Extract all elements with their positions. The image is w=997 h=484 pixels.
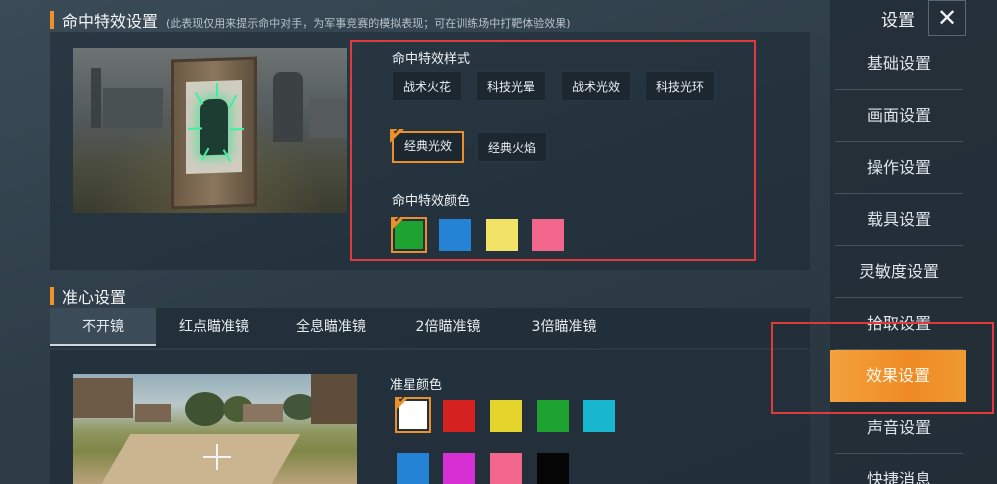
crosshair-color-swatch-blue[interactable]: [397, 453, 429, 484]
style-chip-classic-flame[interactable]: 经典火焰: [477, 132, 547, 162]
hit-effect-subtitle: (此表现仅用来提示命中对手，为军事竞赛的模拟表现；可在训练场中打靶体验效果): [166, 17, 571, 30]
sidebar-item-basic[interactable]: 基础设置: [835, 38, 963, 90]
hit-effect-header: 命中特效设置 (此表现仅用来提示命中对手，为军事竞赛的模拟表现；可在训练场中打靶…: [50, 8, 571, 32]
crosshair-icon-vertical: [216, 444, 218, 470]
crosshair-color-swatch-white[interactable]: ✔: [395, 395, 431, 433]
swatch-fill: [439, 219, 471, 251]
hit-color-swatch-yellow[interactable]: [486, 219, 518, 251]
swatch-fill: [443, 453, 475, 484]
sidebar-item-vehicle[interactable]: 载具设置: [835, 194, 963, 246]
hit-effect-preview: [73, 48, 347, 213]
crosshair-title: 准心设置: [62, 288, 127, 307]
tab-red-dot[interactable]: 红点瞄准镜: [156, 308, 272, 346]
target-board: [171, 56, 257, 210]
crosshair-tabs: 不开镜 红点瞄准镜 全息瞄准镜 2倍瞄准镜 3倍瞄准镜: [50, 308, 810, 348]
crosshair-color-swatch-yellow[interactable]: [490, 400, 522, 432]
hit-color-swatch-pink[interactable]: [532, 219, 564, 251]
swatch-fill: [537, 453, 569, 484]
swatch-fill: [537, 400, 569, 432]
tab-2x-scope[interactable]: 2倍瞄准镜: [390, 308, 506, 346]
sidebar-item-graphics[interactable]: 画面设置: [835, 90, 963, 142]
close-button[interactable]: ✕: [928, 0, 966, 36]
style-chip-tactical-spark[interactable]: 战术火花: [392, 71, 462, 101]
hit-color-swatch-blue[interactable]: [439, 219, 471, 251]
sidebar-item-sensitivity[interactable]: 灵敏度设置: [835, 246, 963, 298]
close-icon: ✕: [936, 4, 958, 32]
tab-no-scope[interactable]: 不开镜: [50, 308, 156, 346]
swatch-fill: [443, 400, 475, 432]
hit-style-label: 命中特效样式: [392, 52, 471, 67]
style-chip-tech-ring[interactable]: 科技光环: [645, 71, 715, 101]
hit-effect-title: 命中特效设置: [62, 12, 159, 31]
swatch-fill: [490, 453, 522, 484]
swatch-fill: [397, 453, 429, 484]
crosshair-preview: [73, 374, 357, 484]
swatch-fill: [583, 400, 615, 432]
crosshair-color-swatch-black[interactable]: [537, 453, 569, 484]
tab-3x-scope[interactable]: 3倍瞄准镜: [506, 308, 622, 346]
crosshair-color-swatch-cyan[interactable]: [583, 400, 615, 432]
crosshair-color-swatch-green[interactable]: [537, 400, 569, 432]
crosshair-header: 准心设置: [50, 284, 126, 308]
swatch-fill: [486, 219, 518, 251]
checkmark-icon: ✔: [394, 215, 402, 225]
crosshair-color-swatch-pink[interactable]: [490, 453, 522, 484]
section-accent-bar: [50, 287, 54, 305]
swatch-fill: [490, 400, 522, 432]
checkmark-icon: ✔: [398, 395, 406, 405]
section-accent-bar: [50, 11, 54, 29]
road: [95, 434, 301, 484]
style-chip-classic-glow-wrap[interactable]: 经典光效 ✔: [390, 127, 464, 163]
swatch-fill: [532, 219, 564, 251]
crosshair-color-swatch-red[interactable]: [443, 400, 475, 432]
effects-item-highlight: [771, 322, 994, 414]
checkmark-icon: ✔: [393, 127, 401, 137]
sidebar-item-controls[interactable]: 操作设置: [835, 142, 963, 194]
style-chip-tech-halo[interactable]: 科技光晕: [476, 71, 546, 101]
target-silhouette: [200, 98, 228, 156]
sidebar-item-quick-messages[interactable]: 快捷消息: [835, 454, 963, 484]
crosshair-color-swatch-magenta[interactable]: [443, 453, 475, 484]
tab-holographic[interactable]: 全息瞄准镜: [272, 308, 390, 346]
hit-color-label: 命中特效颜色: [392, 194, 471, 209]
crosshair-color-label: 准星颜色: [390, 378, 443, 393]
style-chip-tactical-glow[interactable]: 战术光效: [561, 71, 631, 101]
hit-color-swatch-green[interactable]: ✔: [391, 215, 427, 253]
